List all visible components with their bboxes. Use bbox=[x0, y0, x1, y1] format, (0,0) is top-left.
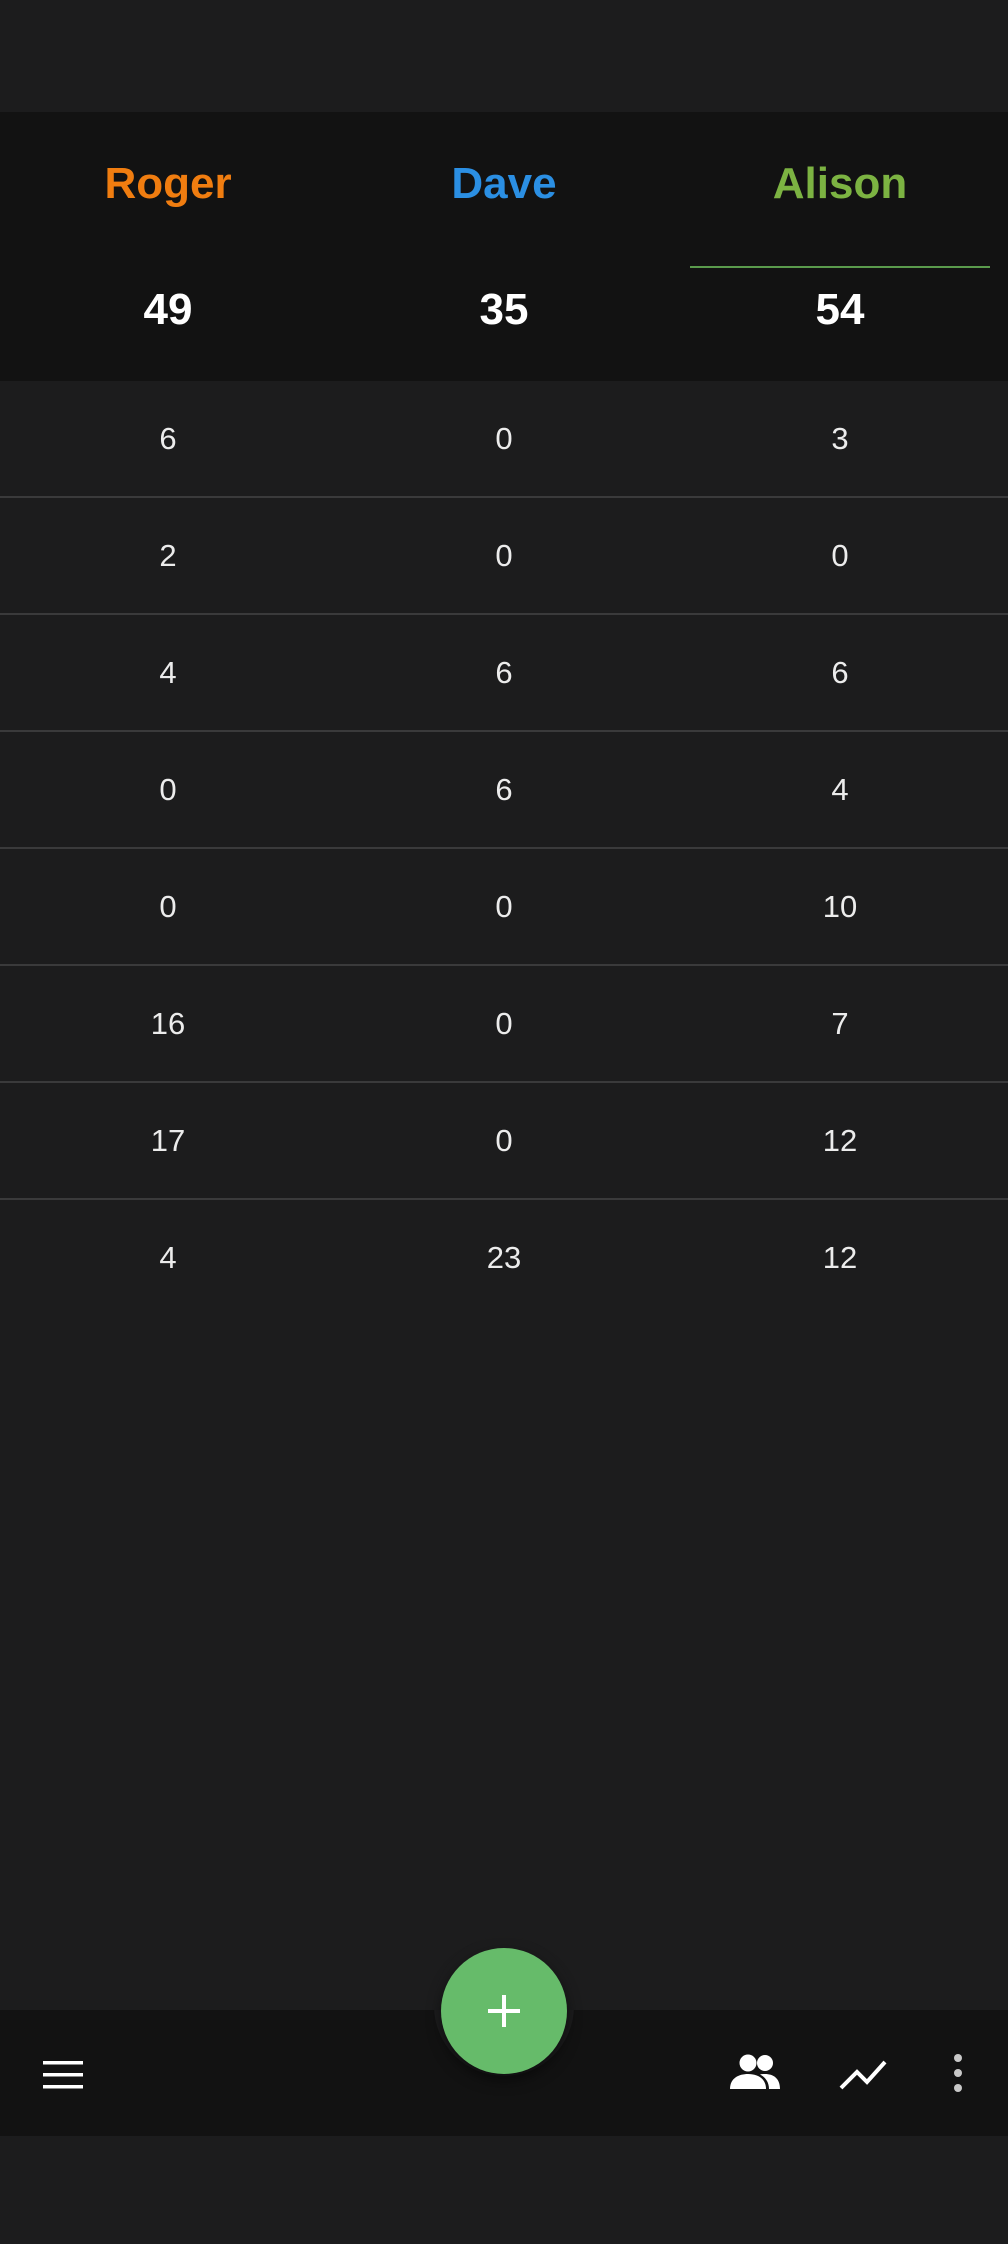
add-round-button[interactable] bbox=[441, 1948, 567, 2074]
player-total-alison: 54 bbox=[815, 285, 865, 334]
statistics-button[interactable] bbox=[828, 2038, 898, 2108]
people-icon bbox=[730, 2054, 780, 2089]
player-total-dave: 35 bbox=[479, 285, 529, 334]
score-cell: 4 bbox=[159, 655, 177, 690]
score-cell: 0 bbox=[159, 889, 177, 924]
score-cell: 17 bbox=[150, 1123, 186, 1158]
status-bar bbox=[0, 0, 1008, 112]
score-row[interactable]: 2 0 0 bbox=[0, 498, 1008, 615]
menu-button[interactable] bbox=[28, 2040, 98, 2110]
score-cell: 16 bbox=[150, 1006, 186, 1041]
score-cell: 6 bbox=[495, 772, 513, 807]
score-row[interactable]: 0 0 10 bbox=[0, 849, 1008, 966]
score-cell: 4 bbox=[831, 772, 849, 807]
system-nav-area bbox=[0, 2136, 1008, 2244]
score-cell: 0 bbox=[495, 889, 513, 924]
score-cell: 0 bbox=[159, 772, 177, 807]
player-name-roger[interactable]: Roger bbox=[0, 152, 336, 216]
score-row[interactable]: 17 0 12 bbox=[0, 1083, 1008, 1200]
score-cell: 23 bbox=[486, 1240, 522, 1275]
score-cell: 0 bbox=[495, 1006, 513, 1041]
score-cell: 10 bbox=[822, 889, 858, 924]
score-cell: 7 bbox=[831, 1006, 849, 1041]
score-cell: 0 bbox=[495, 1123, 513, 1158]
score-cell: 2 bbox=[159, 538, 177, 573]
score-cell: 0 bbox=[495, 421, 513, 456]
score-cell: 6 bbox=[831, 655, 849, 690]
menu-icon bbox=[43, 2061, 83, 2089]
score-row[interactable]: 4 6 6 bbox=[0, 615, 1008, 732]
player-name-dave[interactable]: Dave bbox=[336, 152, 672, 216]
players-button[interactable] bbox=[720, 2038, 790, 2108]
score-cell: 6 bbox=[159, 421, 177, 456]
score-cell: 0 bbox=[495, 538, 513, 573]
plus-icon bbox=[488, 1995, 520, 2027]
score-cell: 3 bbox=[831, 421, 849, 456]
score-row[interactable]: 6 0 3 bbox=[0, 381, 1008, 498]
score-cell: 6 bbox=[495, 655, 513, 690]
score-row[interactable]: 16 0 7 bbox=[0, 966, 1008, 1083]
more-options-button[interactable] bbox=[930, 2038, 986, 2108]
score-cell: 4 bbox=[159, 1240, 177, 1275]
score-cell: 12 bbox=[822, 1123, 858, 1158]
leader-indicator bbox=[690, 266, 990, 268]
score-row[interactable]: 0 6 4 bbox=[0, 732, 1008, 849]
player-total-roger: 49 bbox=[143, 285, 193, 334]
more-vertical-icon bbox=[954, 2054, 962, 2092]
score-rows: 6 0 3 2 0 0 4 6 6 0 6 4 0 0 10 16 0 7 17… bbox=[0, 381, 1008, 1317]
trending-up-icon bbox=[839, 2060, 887, 2090]
score-cell: 0 bbox=[831, 538, 849, 573]
players-header: Roger Dave Alison 49 35 54 bbox=[0, 112, 1008, 381]
player-name-alison[interactable]: Alison bbox=[672, 152, 1008, 216]
score-cell: 12 bbox=[822, 1240, 858, 1275]
score-row[interactable]: 4 23 12 bbox=[0, 1200, 1008, 1317]
